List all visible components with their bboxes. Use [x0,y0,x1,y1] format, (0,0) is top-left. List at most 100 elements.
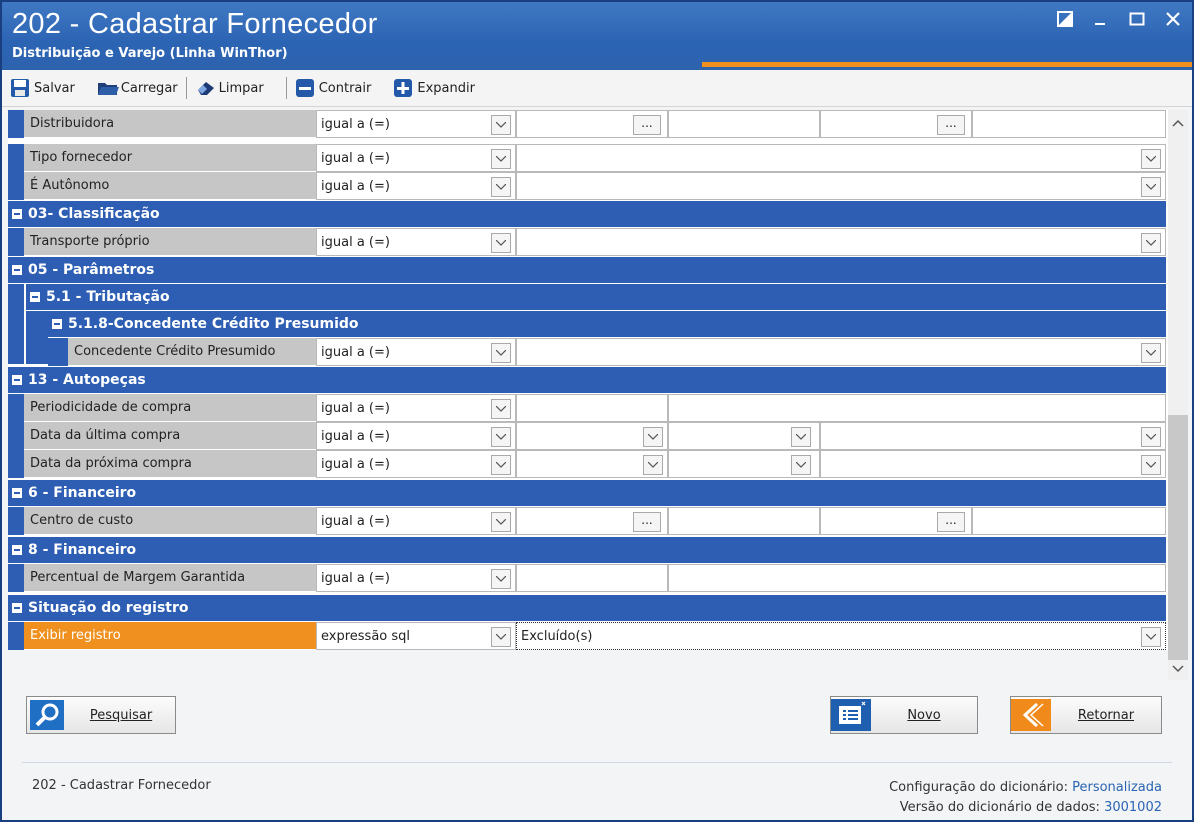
back-button[interactable]: Retornar [1010,696,1162,734]
search-label: Pesquisar [89,707,153,723]
vertical-scrollbar[interactable] [1168,110,1188,680]
chevron-down-icon[interactable] [491,343,511,363]
operator-select[interactable]: igual a (=) [316,110,516,138]
clear-button[interactable]: Limpar [195,79,264,97]
value-from-input[interactable] [516,394,668,422]
chevron-down-icon[interactable] [491,149,511,169]
operator-select[interactable]: igual a (=) [316,172,516,200]
chevron-down-icon[interactable] [1141,627,1161,647]
new-label: Novo [907,707,941,723]
group-header-classificacao[interactable]: 03- Classificação [8,201,1166,227]
collapse-icon[interactable] [12,603,22,613]
chevron-down-icon[interactable] [1141,177,1161,197]
value-select[interactable]: Excluído(s) [516,622,1166,650]
chevron-down-icon[interactable] [1141,149,1161,169]
save-button[interactable]: Salvar [10,79,75,97]
chevron-down-icon[interactable] [491,399,511,419]
config-value[interactable]: Personalizada [1072,780,1162,795]
operator-select[interactable]: igual a (=) [316,394,516,422]
footer-divider [22,762,1172,763]
value-to-input[interactable]: ... [820,110,972,138]
group-header-tributacao[interactable]: 5.1 - Tributação [26,284,1166,310]
group-header-financeiro-8[interactable]: 8 - Financeiro [8,537,1166,563]
chevron-down-icon[interactable] [643,455,663,475]
value-from-input[interactable]: ... [516,507,668,535]
collapse-icon[interactable] [52,319,62,329]
new-button[interactable]: Novo [830,696,978,734]
operator-select[interactable]: igual a (=) [316,228,516,256]
operator-select[interactable]: igual a (=) [316,422,516,450]
chevron-down-icon[interactable] [1141,233,1161,253]
chevron-down-icon[interactable] [791,427,811,447]
minimize-icon[interactable] [1090,8,1112,30]
collapse-icon[interactable] [12,545,22,555]
value-select[interactable] [516,338,1166,366]
value-select[interactable] [516,172,1166,200]
chevron-down-icon[interactable] [491,455,511,475]
value-select[interactable] [516,144,1166,172]
load-button[interactable]: Carregar [97,79,178,97]
value-select[interactable] [820,450,1166,478]
chevron-down-icon[interactable] [1141,455,1161,475]
group-header-situacao[interactable]: Situação do registro [8,595,1166,621]
collapse-icon[interactable] [30,292,40,302]
chevron-down-icon[interactable] [491,512,511,532]
operator-select[interactable]: igual a (=) [316,507,516,535]
value-from-input[interactable] [516,564,668,592]
date-to-picker[interactable] [668,450,820,478]
ellipsis-button[interactable]: ... [633,512,661,532]
group-header-autopecas[interactable]: 13 - Autopeças [8,367,1166,393]
operator-value: igual a (=) [321,234,390,250]
date-from-picker[interactable] [516,422,668,450]
collapse-icon[interactable] [12,375,22,385]
group-header-concedente[interactable]: 5.1.8-Concedente Crédito Presumido [48,311,1166,337]
restore-icon[interactable] [1054,8,1076,30]
new-document-icon [831,697,871,733]
value-to-input[interactable]: ... [820,507,972,535]
value-to-input[interactable] [668,564,1166,592]
close-icon[interactable] [1162,8,1184,30]
magnifier-icon [27,697,67,733]
collapse-icon[interactable] [12,209,22,219]
group-header-parametros[interactable]: 05 - Parâmetros [8,257,1166,283]
chevron-down-icon[interactable] [643,427,663,447]
scroll-down-icon[interactable] [1172,662,1184,674]
operator-select[interactable]: igual a (=) [316,450,516,478]
value-to-input[interactable] [668,394,1166,422]
row-label: Exibir registro [24,622,316,650]
value-select[interactable] [820,422,1166,450]
chevron-down-icon[interactable] [491,627,511,647]
value-from-input[interactable]: ... [516,110,668,138]
operator-select[interactable]: igual a (=) [316,564,516,592]
search-button[interactable]: Pesquisar [26,696,176,734]
scroll-thumb[interactable] [1168,415,1188,660]
value-select[interactable] [516,228,1166,256]
maximize-icon[interactable] [1126,8,1148,30]
chevron-down-icon[interactable] [791,455,811,475]
operator-select[interactable]: igual a (=) [316,338,516,366]
operator-value: igual a (=) [321,344,390,360]
collapse-icon[interactable] [12,488,22,498]
chevron-down-icon[interactable] [1141,343,1161,363]
chevron-down-icon[interactable] [491,177,511,197]
collapse-icon[interactable] [12,265,22,275]
chevron-down-icon[interactable] [1141,427,1161,447]
operator-select[interactable]: expressão sql [316,622,516,650]
row-indent [8,507,24,535]
collapse-button[interactable]: Contrair [295,79,371,97]
grid-row-periodicidade: Periodicidade de compra igual a (=) [8,394,1166,422]
chevron-down-icon[interactable] [491,569,511,589]
date-from-picker[interactable] [516,450,668,478]
ellipsis-button[interactable]: ... [633,115,661,135]
operator-select[interactable]: igual a (=) [316,144,516,172]
chevron-down-icon[interactable] [491,115,511,135]
ellipsis-button[interactable]: ... [937,115,965,135]
ellipsis-button[interactable]: ... [937,512,965,532]
scroll-up-icon[interactable] [1172,116,1184,128]
group-header-financeiro-6[interactable]: 6 - Financeiro [8,480,1166,506]
date-to-picker[interactable] [668,422,820,450]
group-title: 6 - Financeiro [28,485,137,501]
chevron-down-icon[interactable] [491,427,511,447]
chevron-down-icon[interactable] [491,233,511,253]
expand-button[interactable]: Expandir [393,79,475,97]
